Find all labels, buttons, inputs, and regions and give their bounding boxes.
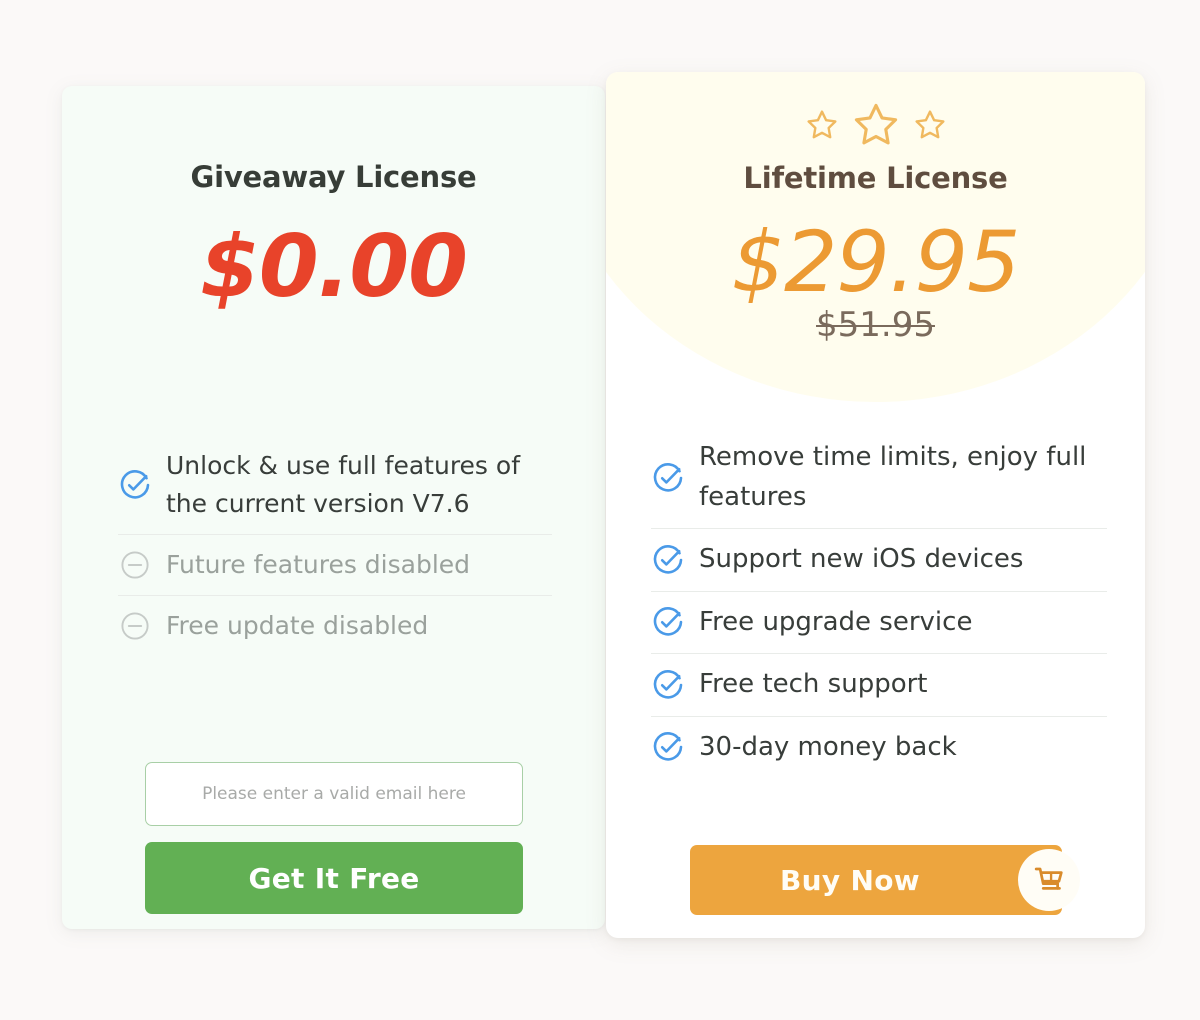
minus-circle-icon: [118, 548, 152, 582]
star-outline-icon: [805, 108, 839, 142]
star-outline-icon: [913, 108, 947, 142]
feature-label: Free upgrade service: [699, 606, 973, 637]
feature-label: Free tech support: [699, 669, 928, 700]
feature-item-free-upgrade-service: Free upgrade service: [651, 590, 1107, 654]
pricing-comparison: Giveaway License $0.00 Unlock & use full…: [0, 0, 1200, 1020]
giveaway-feature-list: Unlock & use full features of the curren…: [118, 436, 552, 656]
feature-item-free-update-disabled: Free update disabled: [118, 595, 552, 656]
buy-now-button[interactable]: Buy Now: [690, 845, 1062, 915]
feature-label: Free update disabled: [166, 611, 429, 640]
feature-item-support-new-ios-devices: Support new iOS devices: [651, 528, 1107, 591]
feature-item-30-day-money-back: 30-day money back: [651, 715, 1107, 779]
lifetime-price: $29.95: [731, 213, 1021, 311]
giveaway-price: $0.00: [199, 217, 468, 317]
feature-label: 30-day money back: [699, 731, 957, 762]
feature-label: Support new iOS devices: [699, 544, 1024, 575]
minus-circle-icon: [118, 609, 152, 643]
feature-item-unlock-full-features: Unlock & use full features of the curren…: [118, 436, 552, 534]
feature-item-remove-time-limits: Remove time limits, enjoy full features: [651, 427, 1107, 528]
check-circle-icon: [651, 605, 685, 639]
check-circle-icon: [651, 461, 685, 495]
lifetime-license-card: Lifetime License $29.95 $51.95 Remove ti…: [606, 72, 1145, 938]
feature-item-free-tech-support: Free tech support: [651, 653, 1107, 716]
check-circle-icon: [118, 468, 152, 502]
feature-label: Unlock & use full features of the curren…: [166, 451, 521, 518]
feature-item-future-features-disabled: Future features disabled: [118, 534, 552, 595]
lifetime-plan-title: Lifetime License: [743, 161, 1008, 195]
giveaway-plan-title: Giveaway License: [190, 160, 477, 194]
check-circle-icon: [651, 543, 685, 577]
check-circle-icon: [651, 730, 685, 764]
star-outline-icon: [851, 100, 901, 150]
lifetime-original-price: $51.95: [816, 305, 935, 345]
check-circle-icon: [651, 668, 685, 702]
star-rating: [606, 100, 1145, 150]
lifetime-feature-list: Remove time limits, enjoy full features …: [651, 427, 1107, 778]
feature-label: Remove time limits, enjoy full features: [699, 442, 1087, 512]
email-input[interactable]: [145, 762, 523, 826]
get-it-free-button[interactable]: Get It Free: [145, 842, 523, 914]
giveaway-license-card: Giveaway License $0.00 Unlock & use full…: [62, 86, 605, 929]
feature-label: Future features disabled: [166, 550, 471, 579]
buy-now-button-group: Buy Now: [690, 845, 1080, 915]
